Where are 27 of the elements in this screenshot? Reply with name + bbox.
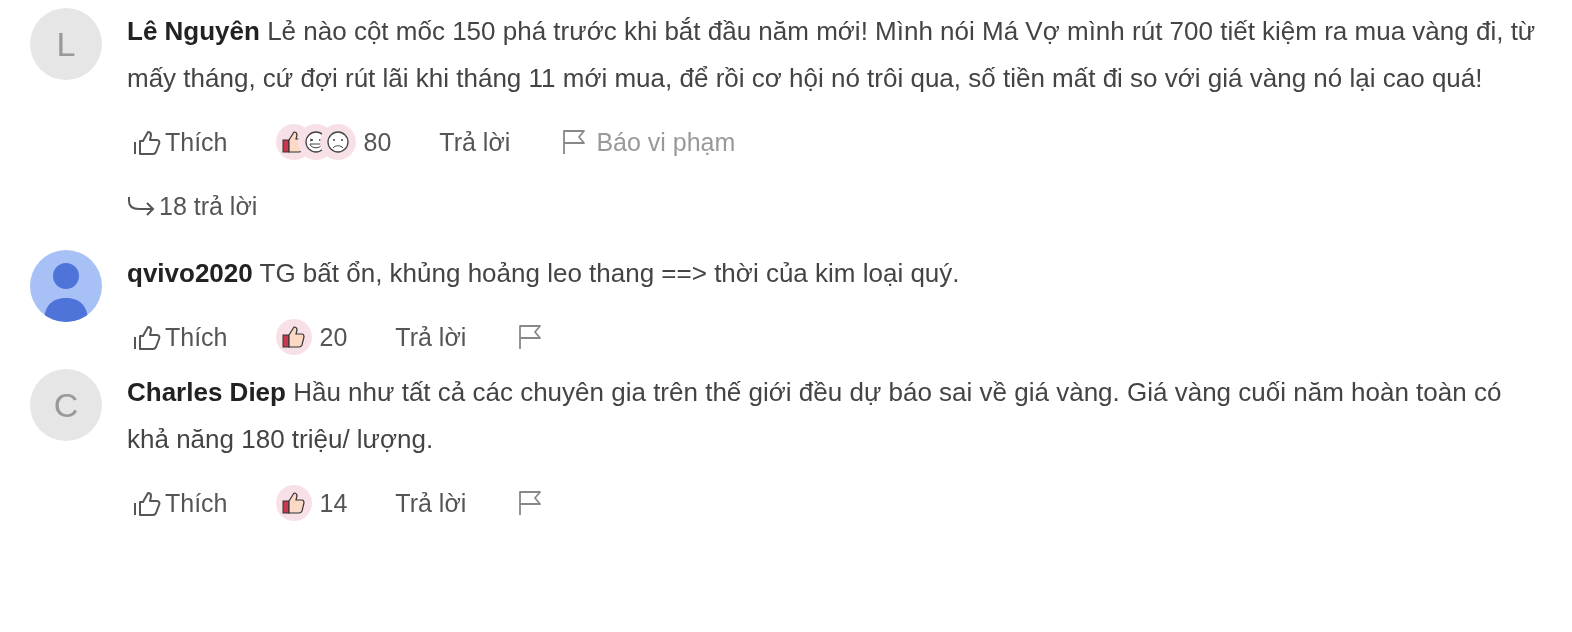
letter-avatar: L xyxy=(30,8,102,80)
reaction-count: 20 xyxy=(319,322,348,352)
reaction-count: 80 xyxy=(363,127,392,157)
sad-face-icon xyxy=(319,124,356,160)
replies-link[interactable]: 18 trả lời xyxy=(127,188,1547,224)
reply-button[interactable]: Trả lời xyxy=(439,127,511,157)
flag-icon xyxy=(518,324,543,350)
reply-button[interactable]: Trả lời xyxy=(395,322,467,352)
like-button[interactable]: Thích xyxy=(133,127,228,157)
thumbs-up-icon xyxy=(133,128,161,156)
thumbs-up-reaction-icon xyxy=(275,485,312,521)
reply-arrow-icon xyxy=(127,195,155,217)
thumbs-up-icon xyxy=(133,489,161,517)
like-button[interactable]: Thích xyxy=(133,488,228,518)
like-button[interactable]: Thích xyxy=(133,322,228,352)
report-button[interactable] xyxy=(518,324,543,350)
thumbs-up-icon xyxy=(133,323,161,351)
flag-icon xyxy=(562,129,587,155)
comment-text: Charles Diep Hầu như tất cả các chuyên gia trên thế giới đều dự báo sai về giá vàng. Giá vàng cuối năm hoàn toàn có khả năng 180 triệu/ lượng. xyxy=(127,376,1503,456)
letter-avatar: C xyxy=(30,369,102,441)
comment-text: qvivo2020 TG bất ổn, khủng hoảng leo thang ==> thời của kim loại quý. xyxy=(127,257,961,290)
comment-text: Lê Nguyên Lẻ nào cột mốc 150 phá trước khi bắt đầu năm mới! Mình nói Má Vợ mình rút 700 tiết kiệm ra mua vàng đi, từ mấy tháng, cứ đợi rút lãi khi tháng 11 mới mua, để rồi cơ hội nó trôi qua, số tiền mất đi so với giá vàng nó lại cao quá! xyxy=(127,15,1537,95)
thumbs-up-reaction-icon xyxy=(275,319,312,355)
report-button[interactable] xyxy=(518,490,543,516)
reaction-count: 14 xyxy=(319,488,348,518)
reply-button[interactable]: Trả lời xyxy=(395,488,467,518)
flag-icon xyxy=(518,490,543,516)
